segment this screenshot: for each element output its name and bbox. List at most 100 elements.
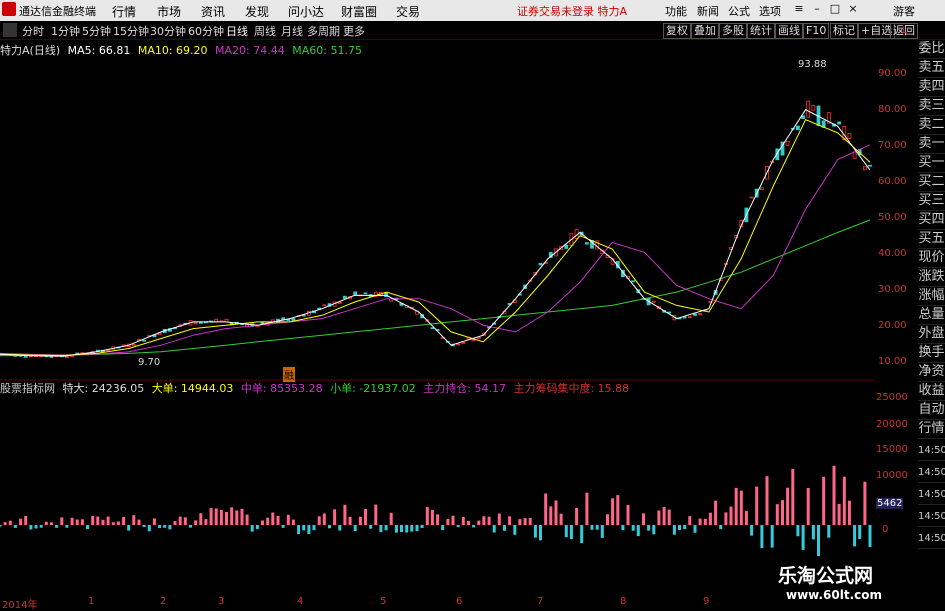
panel-item[interactable]: 现价 <box>918 249 945 268</box>
tab-5min[interactable]: 5分钟 <box>82 23 111 39</box>
volume-bar <box>400 525 403 532</box>
volume-bar <box>101 519 105 525</box>
panel-item[interactable]: 买五 <box>918 230 945 249</box>
price-tick: 30.00 <box>878 284 907 295</box>
volume-bar <box>250 525 254 532</box>
zhongdan-label: 中单: 85353.28 <box>240 382 323 395</box>
menu-item-trade[interactable]: 交易 <box>396 3 420 20</box>
volume-bar <box>595 525 599 530</box>
date-tick: 3 <box>218 596 225 607</box>
ma-line-ma10 <box>0 119 871 356</box>
volume-bar <box>219 509 223 525</box>
volume-bar <box>410 525 414 532</box>
panel-item[interactable]: 自动 <box>918 401 945 420</box>
tab-timeshare[interactable]: 分时 <box>22 23 44 39</box>
tab-60min[interactable]: 60分钟 <box>188 23 224 39</box>
panel-item[interactable]: 卖五 <box>918 59 945 78</box>
menu-icon[interactable]: ≡ <box>793 3 805 15</box>
panel-item[interactable]: 卖一 <box>918 135 945 154</box>
panel-item[interactable]: 委比 <box>918 40 945 59</box>
volume-bar <box>863 481 867 525</box>
panel-item[interactable]: 买一 <box>918 154 945 173</box>
statistics-button[interactable]: 统计 <box>747 23 775 39</box>
minimize-icon[interactable]: – <box>811 3 823 15</box>
login-warning[interactable]: 证券交易未登录 特力A <box>517 3 627 19</box>
mark-button[interactable]: 标记 <box>830 23 858 39</box>
candle <box>698 313 702 316</box>
price-tick: 70.00 <box>878 140 907 151</box>
menu-item-function[interactable]: 功能 <box>665 3 687 19</box>
f10-button[interactable]: F10 <box>803 23 830 39</box>
panel-item[interactable]: 卖二 <box>918 116 945 135</box>
tab-monthly[interactable]: 月线 <box>281 23 303 39</box>
price-tick: 10.00 <box>878 356 907 367</box>
time-label: 14:50 <box>918 486 945 505</box>
draw-line-button[interactable]: 画线 <box>775 23 803 39</box>
multi-stock-button[interactable]: 多股 <box>719 23 747 39</box>
panel-item[interactable]: 涨跌 <box>918 268 945 287</box>
panel-item[interactable]: 买三 <box>918 192 945 211</box>
panel-item[interactable]: 涨幅 <box>918 287 945 306</box>
panel-item[interactable]: 卖三 <box>918 97 945 116</box>
menu-item-wealth[interactable]: 财富圈 <box>341 3 377 20</box>
candle <box>651 300 656 303</box>
panel-item[interactable]: 卖四 <box>918 78 945 97</box>
quote-side-panel[interactable]: 委比 卖五 卖四 卖三 卖二 卖一 买一 买二 买三 买四 买五 现价 涨跌 涨… <box>918 40 945 600</box>
panel-item[interactable]: 收益 <box>918 382 945 401</box>
indicator-name: 股票指标网 <box>0 382 55 395</box>
user-guest[interactable]: 游客 <box>893 3 915 19</box>
panel-item[interactable]: 总量 <box>918 306 945 325</box>
volume-bar <box>307 525 311 535</box>
panel-item[interactable]: 行情 <box>918 420 945 439</box>
vol-tick: 10000 <box>876 470 908 481</box>
menu-item-quotes[interactable]: 行情 <box>112 3 136 20</box>
volume-bar <box>724 512 728 525</box>
menu-item-ask[interactable]: 问小达 <box>288 3 324 20</box>
tab-daily[interactable]: 日线 <box>226 23 248 39</box>
tab-more[interactable]: 更多 <box>343 23 365 39</box>
vol-tick: 0 <box>882 524 889 535</box>
volume-bar <box>817 525 820 557</box>
volume-bar <box>533 525 537 538</box>
panel-item[interactable]: 买四 <box>918 211 945 230</box>
price-tick: 50.00 <box>878 212 907 223</box>
panel-item[interactable]: 净资 <box>918 363 945 382</box>
restore-rights-button[interactable]: 复权 <box>663 23 691 39</box>
volume-bar <box>719 525 723 530</box>
volume-bar <box>559 513 563 525</box>
tab-15min[interactable]: 15分钟 <box>113 23 149 39</box>
vol-tick: 20000 <box>876 419 908 430</box>
tab-1min[interactable]: 1分钟 <box>51 23 80 39</box>
kline-chart[interactable] <box>0 40 875 600</box>
volume-bar <box>554 500 558 525</box>
tab-multi-period[interactable]: 多周期 <box>307 23 340 39</box>
volume-bar <box>662 507 666 525</box>
menu-item-newsfeed[interactable]: 新闻 <box>697 3 719 19</box>
volume-bar <box>786 487 790 525</box>
volume-bar <box>189 525 192 528</box>
volume-bar <box>765 476 769 525</box>
volume-bar <box>13 525 17 528</box>
panel-item[interactable]: 换手 <box>918 344 945 363</box>
tab-weekly[interactable]: 周线 <box>254 23 276 39</box>
menu-item-formula[interactable]: 公式 <box>728 3 750 19</box>
overlay-button[interactable]: 叠加 <box>691 23 719 39</box>
maximize-icon[interactable]: □ <box>829 3 841 15</box>
menu-item-options[interactable]: 选项 <box>759 3 781 19</box>
volume-bar <box>781 500 784 525</box>
panel-item[interactable]: 外盘 <box>918 325 945 344</box>
volume-bar <box>456 525 460 528</box>
menu-item-news[interactable]: 资讯 <box>201 3 225 20</box>
candle <box>291 318 296 321</box>
volume-bar <box>333 509 337 525</box>
menu-item-market[interactable]: 市场 <box>157 3 181 20</box>
volume-bar <box>461 517 465 525</box>
panel-item[interactable]: 买二 <box>918 173 945 192</box>
menu-item-discover[interactable]: 发现 <box>245 3 269 20</box>
grid-icon[interactable] <box>3 23 17 37</box>
volume-bar <box>642 513 645 525</box>
volume-bar <box>755 486 759 525</box>
tab-30min[interactable]: 30分钟 <box>150 23 186 39</box>
volume-bar <box>585 492 589 525</box>
close-icon[interactable]: × <box>847 3 859 15</box>
